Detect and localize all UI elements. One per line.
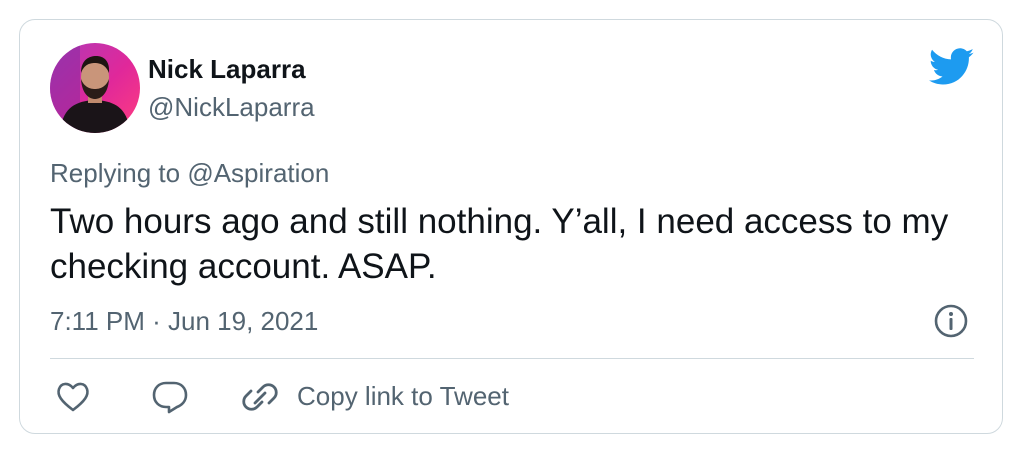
reply-bubble-icon: [152, 381, 188, 414]
replying-to: Replying to @Aspiration: [50, 156, 329, 190]
tweet-card: Nick Laparra @NickLaparra Replying to @A…: [19, 19, 1003, 434]
heart-icon: [57, 382, 89, 412]
info-icon[interactable]: [933, 303, 969, 339]
display-name[interactable]: Nick Laparra: [148, 52, 306, 86]
divider: [50, 358, 974, 359]
tweet-timestamp[interactable]: 7:11 PM · Jun 19, 2021: [50, 304, 318, 338]
reply-target-handle[interactable]: @Aspiration: [187, 158, 329, 188]
tweet-text: Two hours ago and still nothing. Y’all, …: [50, 202, 949, 286]
twitter-bird-icon[interactable]: [928, 48, 975, 86]
reply-button[interactable]: [151, 377, 189, 417]
copy-link-label: Copy link to Tweet: [297, 381, 509, 411]
link-icon: [241, 377, 279, 417]
user-handle[interactable]: @NickLaparra: [148, 90, 315, 124]
copy-link-button[interactable]: Copy link to Tweet: [241, 377, 561, 417]
like-button[interactable]: [54, 377, 92, 417]
replying-prefix: Replying to: [50, 158, 188, 188]
avatar-image: [50, 43, 140, 133]
avatar[interactable]: [50, 43, 140, 133]
